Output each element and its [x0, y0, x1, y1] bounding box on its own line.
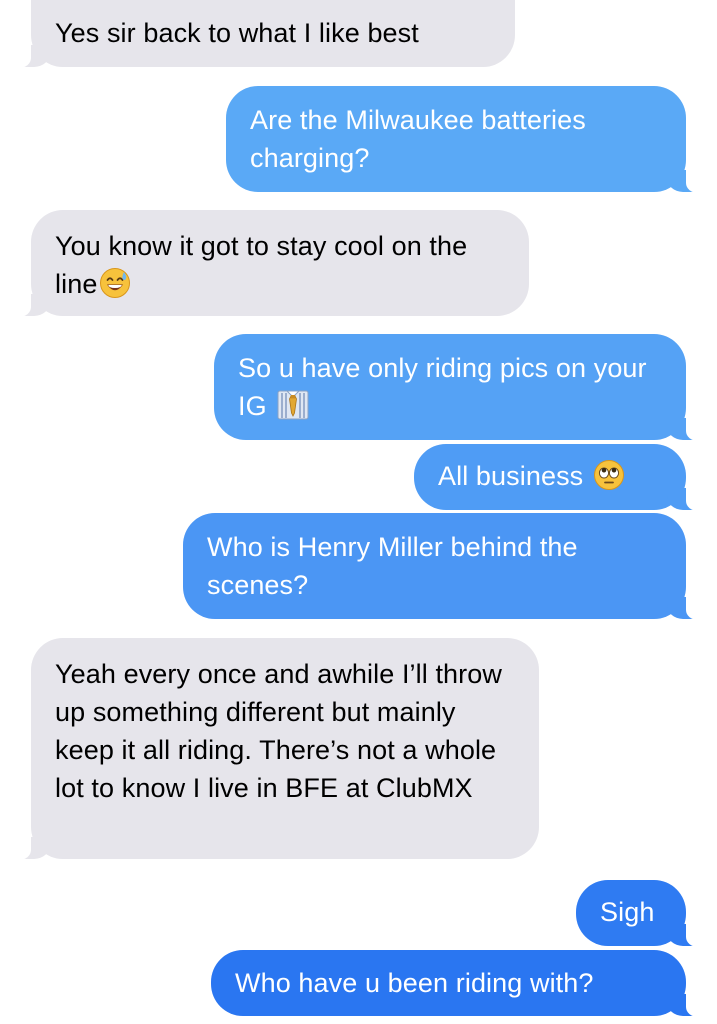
message-bubble-sent[interactable]: Who have u been riding with?: [211, 950, 712, 1017]
message-bubble-sent[interactable]: Sigh: [576, 880, 712, 947]
message-bubble-received[interactable]: Yes sir back to what I like best: [5, 0, 515, 68]
message-text: Who have u been riding with?: [235, 968, 594, 998]
message-bubble-sent[interactable]: Who is Henry Miller behind the scenes?: [183, 513, 712, 620]
message-text: So u have only riding pics on your IG: [238, 353, 647, 421]
message-text: Who is Henry Miller behind the scenes?: [207, 532, 578, 600]
message-text: Are the Milwaukee batteries charging?: [250, 105, 586, 173]
message-text: Sigh: [600, 897, 655, 927]
message-bubble-received[interactable]: You know it got to stay cool on the line: [5, 210, 529, 317]
eye-roll-icon: [593, 459, 625, 491]
message-thread: Yes sir back to what I like best Are the…: [0, 0, 717, 1024]
message-bubble-sent[interactable]: Are the Milwaukee batteries charging?: [226, 86, 712, 193]
message-bubble-sent[interactable]: All business: [414, 444, 712, 511]
message-text: Yeah every once and awhile I’ll throw up…: [55, 659, 502, 803]
message-text: You know it got to stay cool on the line: [55, 231, 468, 299]
message-bubble-received[interactable]: Yeah every once and awhile I’ll throw up…: [5, 638, 539, 860]
message-text: All business: [438, 457, 664, 495]
grinning-sweat-icon: [99, 267, 131, 299]
necktie-shirt-icon: [276, 389, 310, 421]
message-bubble-sent[interactable]: So u have only riding pics on your IG: [214, 334, 712, 441]
message-text: Yes sir back to what I like best: [55, 18, 419, 48]
